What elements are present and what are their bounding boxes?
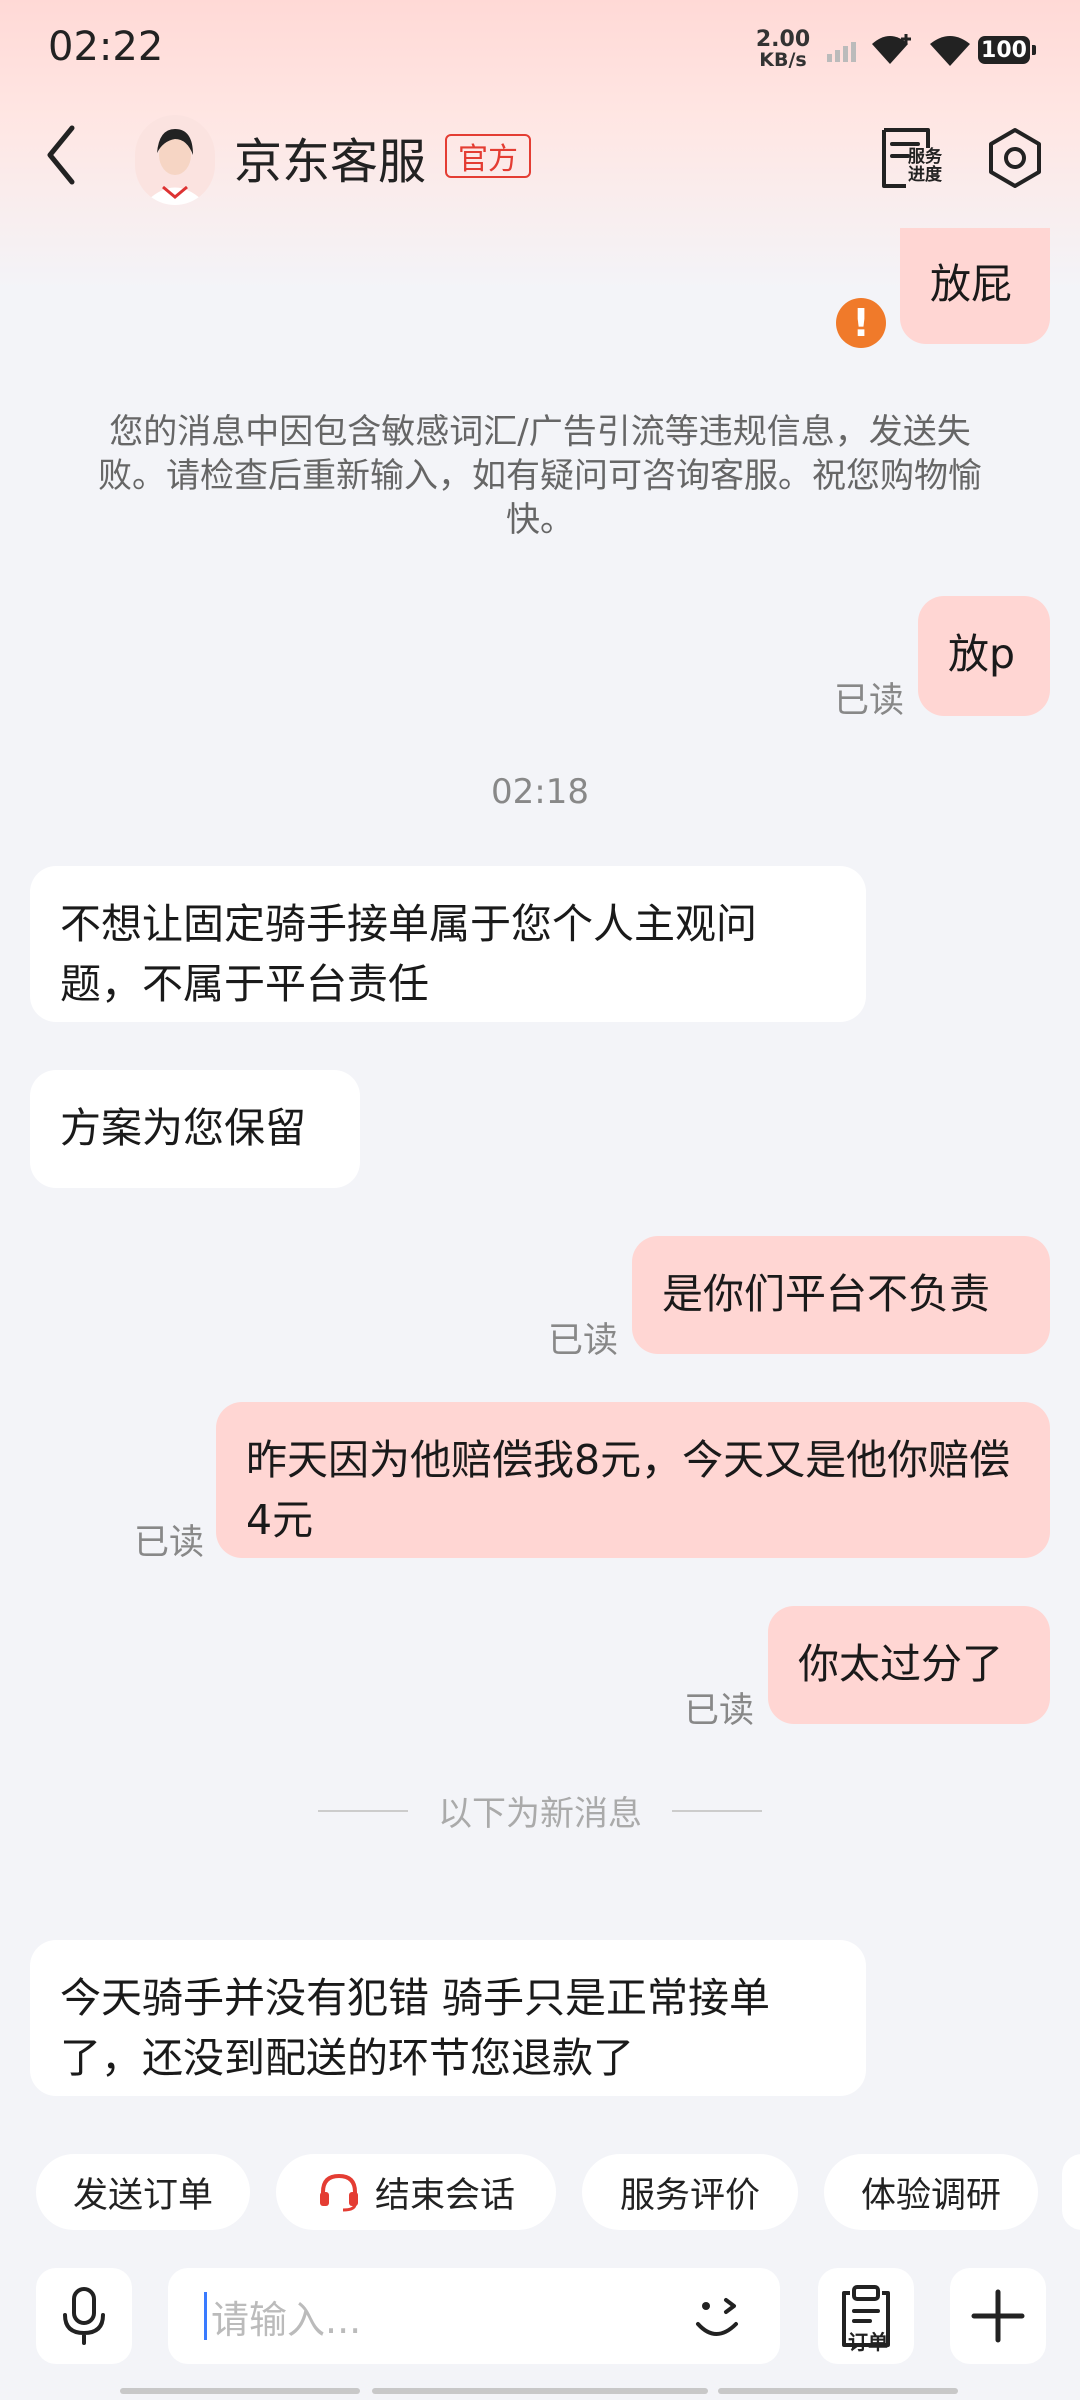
chat-title: 京东客服 [234,134,427,190]
divider-line [672,1809,762,1812]
plus-icon [971,2289,1025,2343]
back-arrow-icon[interactable] [40,120,80,190]
send-order-label: 发送订单 [72,2175,213,2216]
read-receipt: 已读 [548,1321,619,1361]
system-notice: 您的消息中因包含敏感词汇/广告引流等违规信息，发送失败。请检查后重新输入，如有疑… [98,412,982,540]
agent-message-bubble[interactable]: 不想让固定骑手接单属于您个人主观问题，不属于平台责任 [30,866,866,1022]
send-failed-icon[interactable]: ! [836,298,886,348]
order-button[interactable]: 订单 [818,2268,914,2364]
signal-icon [827,42,856,62]
voice-input-button[interactable] [36,2268,132,2364]
order-button-label: 订单 [848,2330,888,2354]
read-receipt: 已读 [834,681,905,721]
service-rating-label: 服务评价 [619,2175,760,2216]
service-progress-line2: 进度 [908,165,942,185]
wifi-icon [930,36,970,66]
emoji-icon[interactable] [686,2284,750,2348]
agent-message-bubble[interactable]: 方案为您保留 [30,1070,360,1188]
agent-avatar[interactable] [135,115,215,205]
gesture-bar [372,2388,708,2394]
battery-indicator: 100 [978,36,1036,64]
wifi-plus-icon [872,34,911,64]
message-timestamp: 02:18 [491,772,589,812]
end-session-label: 结束会话 [374,2175,515,2216]
my-message-bubble[interactable]: 昨天因为他赔偿我8元，今天又是他你赔偿4元 [216,1402,1050,1558]
survey-chip[interactable]: 体验调研 [824,2154,1038,2230]
settings-icon[interactable] [985,126,1045,190]
read-receipt: 已读 [134,1523,205,1563]
network-speed-unit: KB/s [759,49,807,71]
service-progress-button[interactable]: 服务 进度 [878,126,948,190]
service-rating-chip[interactable]: 服务评价 [582,2154,798,2230]
agent-message-bubble[interactable]: 今天骑手并没有犯错 骑手只是正常接单了，还没到配送的环节您退款了 [30,1940,866,2096]
network-speed: 2.00 KB/s [755,27,811,71]
new-messages-label: 以下为新消息 [438,1794,642,1834]
official-badge: 官方 [445,134,531,178]
gesture-bar [120,2388,360,2394]
send-order-chip[interactable]: 发送订单 [36,2154,250,2230]
my-message-bubble[interactable]: 是你们平台不负责 [632,1236,1050,1354]
my-message-bubble[interactable]: 放p [918,596,1050,716]
status-time: 02:22 [48,24,164,70]
survey-label: 体验调研 [860,2175,1001,2216]
more-chip[interactable] [1062,2154,1080,2230]
new-messages-divider: 以下为新消息 [0,1786,1080,1835]
end-session-chip[interactable]: 结束会话 [276,2154,556,2230]
network-speed-value: 2.00 [755,27,811,52]
microphone-icon [63,2287,105,2345]
my-message-bubble[interactable]: 放屁 [900,228,1050,344]
gesture-bar [718,2388,958,2394]
divider-line [318,1809,408,1812]
my-message-bubble[interactable]: 你太过分了 [768,1606,1050,1724]
headset-icon [319,2173,358,2212]
more-options-button[interactable] [950,2268,1046,2364]
service-progress-line1: 服务 [908,147,942,167]
text-caret [204,2292,207,2340]
input-placeholder: 请输入... [211,2297,362,2342]
read-receipt: 已读 [684,1691,755,1731]
